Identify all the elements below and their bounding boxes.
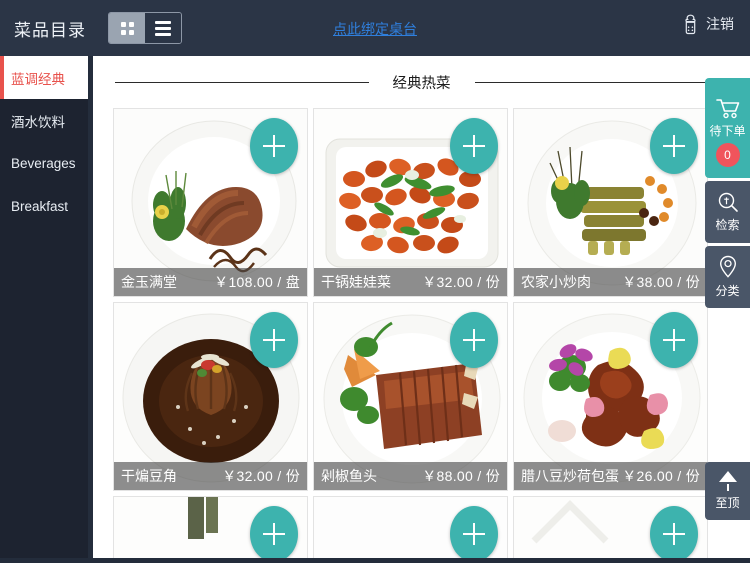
scroll-to-top-button[interactable]: 至顶 [705,462,750,520]
dish-card[interactable] [113,496,308,558]
sidebar-item-label: Beverages [11,156,76,171]
dish-name: 干煸豆角 [121,468,177,484]
dish-list-panel: 经典热菜 金玉满堂 ￥108.00 / 盘 干锅娃娃菜 ￥32.00 / 份 农… [93,56,750,558]
sidebar-item-breakfast[interactable]: Breakfast [0,185,88,228]
pending-order-button[interactable]: 待下单 0 [705,78,750,178]
add-dish-button[interactable] [450,312,498,368]
dish-label-bar: 金玉满堂 ￥108.00 / 盘 [114,268,307,296]
arrow-up-icon [718,471,737,491]
dish-card[interactable] [513,496,708,558]
add-dish-button[interactable] [250,118,298,174]
add-dish-button[interactable] [250,506,298,558]
dish-card[interactable] [313,496,508,558]
sidebar-item-label: 蓝调经典 [11,71,65,87]
app-header: 菜品目录 点此绑定桌台 注销 [0,0,750,56]
section-title: 经典热菜 [392,75,451,92]
sidebar-item-label: Breakfast [11,199,69,214]
grid-icon [120,21,134,35]
section-header: 经典热菜 [93,56,750,108]
dish-card[interactable]: 农家小炒肉 ￥38.00 / 份 [513,108,708,297]
dish-price: ￥32.00 / 份 [222,468,300,484]
dish-card[interactable]: 金玉满堂 ￥108.00 / 盘 [113,108,308,297]
dish-price: ￥32.00 / 份 [422,274,500,290]
app-root: 菜品目录 点此绑定桌台 注销 蓝调经典 酒水饮料 Beverages Break… [0,0,750,563]
add-dish-button[interactable] [650,312,698,368]
dish-label-bar: 农家小炒肉 ￥38.00 / 份 [514,268,707,296]
cart-badge: 0 [715,143,740,167]
add-dish-button[interactable] [450,118,498,174]
view-toggle[interactable] [108,12,182,44]
chef-user-icon [682,13,699,35]
dish-card[interactable]: 剁椒鱼头 ￥88.00 / 份 [313,302,508,491]
dish-label-bar: 剁椒鱼头 ￥88.00 / 份 [314,462,507,490]
add-dish-button[interactable] [650,118,698,174]
sidebar-item-jiu-shui-yin-liao[interactable]: 酒水饮料 [0,99,88,142]
dish-price: ￥88.00 / 份 [422,468,500,484]
list-view-button[interactable] [145,13,181,43]
pending-order-label: 待下单 [709,124,746,138]
dish-name: 农家小炒肉 [521,274,591,290]
add-dish-button[interactable] [450,506,498,558]
divider-right [474,81,728,83]
scroll-to-top-label: 至顶 [715,496,740,510]
dish-price: ￥108.00 / 盘 [214,274,300,290]
category-label: 分类 [715,284,740,298]
shopping-cart-icon [715,97,741,119]
dish-name: 干锅娃娃菜 [321,274,391,290]
search-button[interactable]: 检索 [705,181,750,243]
bottom-bar [0,558,750,563]
search-label: 检索 [715,218,740,232]
search-icon [717,191,739,213]
dish-name: 腊八豆炒荷包蛋 [521,468,619,484]
dish-name: 剁椒鱼头 [321,468,377,484]
add-dish-button[interactable] [250,312,298,368]
category-button[interactable]: 分类 [705,246,750,308]
dish-name: 金玉满堂 [121,274,177,290]
sidebar-item-label: 酒水饮料 [11,114,65,130]
add-dish-button[interactable] [650,506,698,558]
dish-label-bar: 干锅娃娃菜 ￥32.00 / 份 [314,268,507,296]
sidebar-item-lan-diao-jing-dian[interactable]: 蓝调经典 [0,56,88,99]
list-icon [155,20,171,36]
bind-table-link[interactable]: 点此绑定桌台 [333,19,417,39]
divider-left [115,81,369,83]
logout-button[interactable]: 注销 [682,13,734,35]
category-sidebar: 蓝调经典 酒水饮料 Beverages Breakfast [0,56,88,563]
logout-label: 注销 [706,16,734,32]
dish-label-bar: 腊八豆炒荷包蛋 ￥26.00 / 份 [514,462,707,490]
grid-view-button[interactable] [109,13,145,43]
page-title: 菜品目录 [14,20,86,40]
dish-grid: 金玉满堂 ￥108.00 / 盘 干锅娃娃菜 ￥32.00 / 份 农家小炒肉 … [93,108,750,558]
dish-label-bar: 干煸豆角 ￥32.00 / 份 [114,462,307,490]
dish-card[interactable]: 干锅娃娃菜 ￥32.00 / 份 [313,108,508,297]
location-pin-icon [718,255,738,279]
dish-card[interactable]: 干煸豆角 ￥32.00 / 份 [113,302,308,491]
dish-price: ￥38.00 / 份 [622,274,700,290]
dish-card[interactable]: 腊八豆炒荷包蛋 ￥26.00 / 份 [513,302,708,491]
sidebar-item-beverages[interactable]: Beverages [0,142,88,185]
dish-price: ￥26.00 / 份 [622,468,700,484]
action-rail: 待下单 0 检索 分类 [705,78,750,308]
